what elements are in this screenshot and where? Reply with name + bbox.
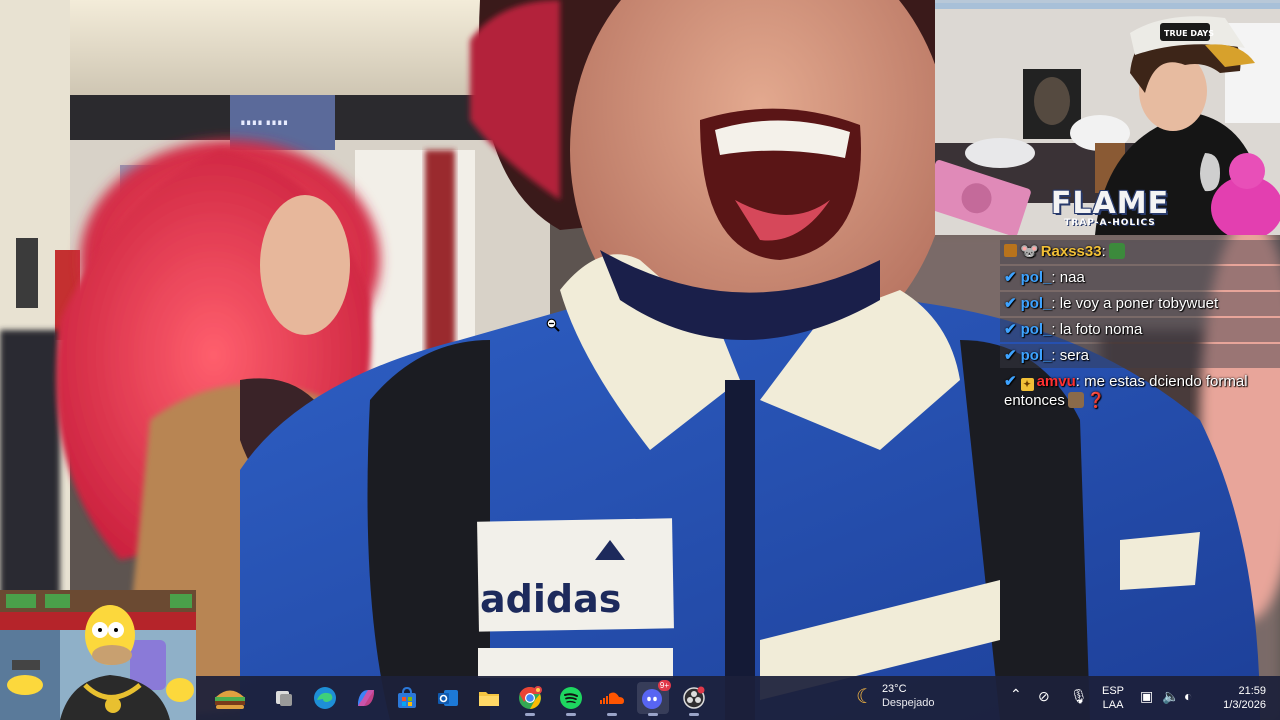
- zoom-out-cursor-icon: [546, 318, 560, 337]
- chat-message: ✔ pol_: naa: [1000, 266, 1280, 290]
- webcam-overlay: TRUE DAYS FLAME TRAP-A-HOLICS: [935, 0, 1280, 235]
- chat-username: pol_: [1020, 347, 1052, 364]
- battery-icon[interactable]: ◐: [1184, 688, 1192, 704]
- clock-date: 1/3/2026: [1223, 699, 1266, 711]
- obs-icon: [683, 686, 705, 709]
- running-indicator: [648, 713, 658, 716]
- cloud-off-icon[interactable]: ⊘: [1038, 688, 1050, 705]
- running-indicator: [566, 713, 576, 716]
- chat-text: la foto noma: [1059, 321, 1143, 338]
- verified-check-icon: ✔: [1004, 347, 1017, 364]
- windows-taskbar: 9+ ☾ 23°C Despejado ⌃ ⊘ 🎙 ESP LAA ▣ 🔈 ◐ …: [196, 676, 1280, 720]
- microphone-icon[interactable]: 🎙: [1070, 688, 1088, 705]
- jacket-logo-text: adidas: [480, 577, 621, 621]
- weather-widget[interactable]: ☾ 23°C Despejado: [856, 682, 935, 710]
- store-icon: [398, 686, 416, 708]
- cap-text: TRUE DAYS: [1164, 29, 1214, 38]
- homer-simpson-image: [0, 590, 196, 720]
- keyboard-layout: LAA: [1102, 699, 1124, 711]
- homer-simpson-overlay: [0, 590, 196, 720]
- mouse-badge-icon: 🐭: [1020, 243, 1039, 260]
- chat-username: amvu: [1036, 373, 1076, 390]
- chat-message: ✔ pol_: la foto noma: [1000, 318, 1280, 342]
- system-clock[interactable]: 21:59 1/3/2026: [1206, 684, 1266, 712]
- volume-icon[interactable]: 🔈: [1162, 688, 1179, 705]
- task-view-button[interactable]: [268, 682, 300, 714]
- notification-badge: 9+: [657, 680, 671, 691]
- chat-message: ✔ ✦ amvu: me estas dciendo formal entonces…: [1004, 373, 1248, 409]
- soundcloud-button[interactable]: [596, 682, 628, 716]
- running-indicator: [607, 713, 617, 716]
- chat-text: naa: [1059, 269, 1085, 286]
- spotify-icon: [560, 687, 582, 709]
- obs-button[interactable]: [678, 682, 710, 716]
- discord-button[interactable]: 9+: [637, 680, 671, 716]
- widgets-button[interactable]: [208, 682, 252, 714]
- question-mark-emote-icon: ❓: [1086, 392, 1106, 409]
- chat-username: pol_: [1020, 321, 1052, 338]
- edge-button[interactable]: [309, 682, 341, 714]
- copilot-icon: [358, 690, 374, 706]
- moon-icon: ☾: [856, 685, 874, 708]
- folder-icon: [479, 692, 499, 706]
- weather-description: Despejado: [881, 697, 935, 709]
- chat-text: sera: [1059, 347, 1089, 364]
- clock-time: 21:59: [1238, 685, 1266, 697]
- chat-message: ✔ pol_: le voy a poner tobywuet: [1000, 292, 1280, 316]
- pepe-emote-icon: [1108, 243, 1125, 259]
- network-icon[interactable]: ▣: [1140, 688, 1153, 705]
- prime-badge-icon: ✦: [1020, 378, 1034, 391]
- cat-emote-icon: [1067, 392, 1084, 408]
- soundcloud-icon: [600, 692, 624, 704]
- task-view-icon: [276, 691, 292, 706]
- chat-message: ✔ pol_: sera: [1000, 344, 1280, 368]
- chat-username: pol_: [1020, 295, 1052, 312]
- chat-username: Raxss33: [1040, 243, 1102, 260]
- language-indicator[interactable]: ESP LAA: [1102, 684, 1124, 712]
- subscriber-badge-icon: [1004, 244, 1017, 257]
- running-indicator: [525, 713, 535, 716]
- running-indicator: [689, 713, 699, 716]
- brand-banner: FLAME TRAP-A-HOLICS: [1010, 189, 1210, 229]
- chrome-icon: [519, 686, 542, 709]
- chrome-button[interactable]: [514, 682, 546, 716]
- burger-widget-icon: [215, 690, 245, 709]
- file-explorer-button[interactable]: [473, 682, 505, 714]
- outlook-icon: [438, 690, 458, 706]
- chevron-up-icon[interactable]: ⌃: [1010, 686, 1022, 703]
- brand-title: FLAME: [1050, 186, 1170, 221]
- mall-sign-text: ∎∎∎∎ ∎∎∎∎: [240, 117, 288, 127]
- verified-check-icon: ✔: [1004, 321, 1017, 338]
- verified-check-icon: ✔: [1004, 373, 1017, 390]
- copilot-button[interactable]: [350, 682, 382, 714]
- store-button[interactable]: [391, 682, 423, 714]
- weather-temperature: 23°C: [881, 683, 907, 695]
- outlook-button[interactable]: [432, 682, 464, 714]
- edge-icon: [314, 687, 336, 709]
- verified-check-icon: ✔: [1004, 295, 1017, 312]
- spotify-button[interactable]: [555, 682, 587, 716]
- chat-message: 🐭 Raxss33:: [1000, 240, 1280, 264]
- brand-subtitle: TRAP-A-HOLICS: [1064, 218, 1156, 228]
- verified-check-icon: ✔: [1004, 269, 1017, 286]
- stream-chat: 🐭 Raxss33: ✔ pol_: naa ✔ pol_: le voy a pon…: [1000, 240, 1280, 415]
- language-code: ESP: [1102, 685, 1125, 697]
- chat-username: pol_: [1020, 269, 1052, 286]
- chat-text: le voy a poner tobywuet: [1059, 295, 1219, 312]
